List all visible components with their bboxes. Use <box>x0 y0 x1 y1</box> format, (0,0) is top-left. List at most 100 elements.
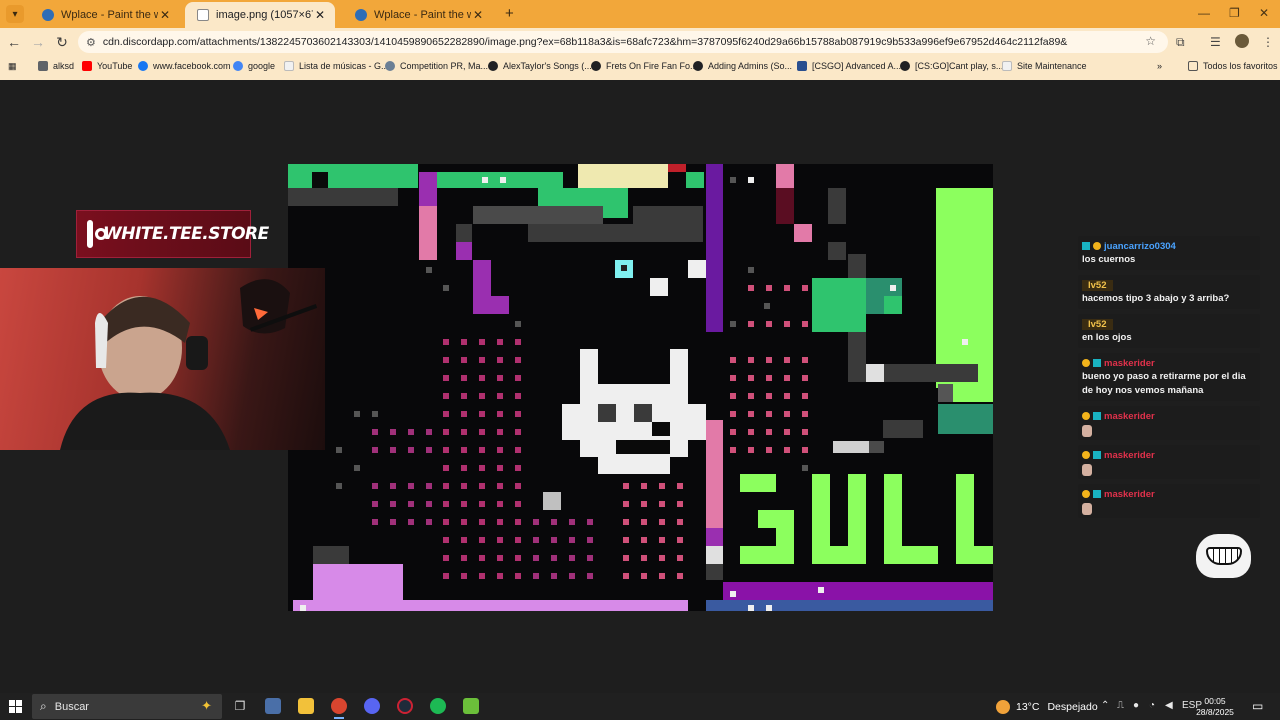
close-icon[interactable]: ✕ <box>158 8 172 22</box>
bookmark-item[interactable]: alksd <box>38 61 74 71</box>
taskbar-search[interactable]: ⌕ Buscar ✦ <box>32 694 222 719</box>
profile-avatar[interactable] <box>1235 34 1249 48</box>
new-tab-button[interactable]: + <box>505 5 514 22</box>
minimize-icon[interactable]: — <box>1198 6 1210 20</box>
level-badge: lv52 <box>1082 318 1113 330</box>
folder-icon <box>1188 61 1198 71</box>
forward-icon[interactable]: → <box>30 34 46 50</box>
notification-icon[interactable]: ▭ <box>1252 699 1263 713</box>
chevron-right-icon[interactable]: » <box>1157 61 1162 71</box>
badge-icon <box>1082 242 1090 250</box>
close-window-icon[interactable]: ✕ <box>1259 6 1269 20</box>
site-icon <box>900 61 910 71</box>
spotify-icon[interactable] <box>430 698 446 714</box>
bookmark-star-icon[interactable]: ☆ <box>1145 34 1156 48</box>
apps-icon[interactable]: ▦ <box>8 61 17 72</box>
task-view-icon[interactable]: ❐ <box>232 698 248 714</box>
page-icon <box>284 61 294 71</box>
site-info-icon[interactable]: ⚙ <box>86 36 96 49</box>
wifi-icon[interactable]: ◔ <box>1149 700 1155 711</box>
tab-title: Wplace - Paint the world <box>374 9 471 21</box>
google-icon <box>233 61 243 71</box>
folder-icon <box>797 61 807 71</box>
badge-icon <box>1082 490 1090 498</box>
mic-icon[interactable]: ● <box>1133 700 1139 711</box>
bookmark-item[interactable]: Frets On Fire Fan Fo... <box>591 61 698 71</box>
file-explorer-icon[interactable] <box>298 698 314 714</box>
site-icon <box>591 61 601 71</box>
calculator-icon[interactable] <box>265 698 281 714</box>
close-icon[interactable]: ✕ <box>471 8 485 22</box>
tab-search-button[interactable]: ▾ <box>6 5 24 23</box>
chat-username: maskerider <box>1082 409 1256 423</box>
chat-username: juancarrizo0304 <box>1082 239 1256 253</box>
chrome-icon[interactable] <box>331 698 347 719</box>
all-bookmarks-button[interactable]: Todos los favoritos <box>1188 61 1278 71</box>
level-badge: lv52 <box>1082 279 1113 291</box>
menu-icon[interactable]: ⋮ <box>1262 35 1274 49</box>
chat-text: en los ojos <box>1082 332 1132 343</box>
badge-icon <box>1093 412 1101 420</box>
bookmarks-bar: ▦ alksd YouTube www.facebook.com google … <box>0 56 1280 80</box>
chat-message: lv52 hacemos tipo 3 abajo y 3 arriba? <box>1078 275 1260 309</box>
badge-icon <box>1093 451 1101 459</box>
tab-title: Wplace - Paint the world <box>61 9 158 21</box>
tab-wplace-2[interactable]: Wplace - Paint the world ✕ <box>343 2 493 28</box>
pixel-art-image[interactable] <box>288 164 993 611</box>
bookmark-item[interactable]: Lista de músicas - G... <box>284 61 389 71</box>
reading-list-icon[interactable]: ☰ <box>1210 35 1221 49</box>
youtube-icon <box>82 61 92 71</box>
discord-icon[interactable] <box>364 698 380 714</box>
chat-message: lv52 en los ojos <box>1078 314 1260 348</box>
url-text: cdn.discordapp.com/attachments/138224570… <box>102 36 1068 48</box>
weather-widget[interactable]: 13°C Despejado <box>996 700 1098 714</box>
reload-icon[interactable]: ↻ <box>54 34 70 51</box>
bookmark-item[interactable]: Site Maintenance <box>1002 61 1087 71</box>
tab-wplace-1[interactable]: Wplace - Paint the world ✕ <box>30 2 180 28</box>
facebook-icon <box>138 61 148 71</box>
extensions-icon[interactable]: ⧉ <box>1176 35 1185 50</box>
close-icon[interactable]: ✕ <box>313 8 327 22</box>
minecraft-icon[interactable] <box>463 698 479 714</box>
bookmark-item[interactable]: Adding Admins (So... <box>693 61 792 71</box>
stream-chat: juancarrizo0304 los cuernos lv52 hacemos… <box>1078 236 1260 523</box>
bookmark-item[interactable]: Competition PR, Ma... <box>385 61 488 71</box>
bookmark-item[interactable]: google <box>233 61 275 71</box>
bookmark-item[interactable]: YouTube <box>82 61 132 71</box>
globe-icon <box>385 61 395 71</box>
address-bar[interactable]: ⚙ cdn.discordapp.com/attachments/1382245… <box>78 31 1168 53</box>
clock[interactable]: 00:05 28/8/2025 <box>1196 696 1234 718</box>
chevron-up-icon[interactable]: ⌃ <box>1101 700 1109 711</box>
badge-icon <box>1082 412 1090 420</box>
tab-image[interactable]: image.png (1057×670) ✕ <box>185 2 335 28</box>
emote-icon <box>1082 503 1092 515</box>
sparkle-icon: ✦ <box>201 698 212 713</box>
chat-message: maskerider <box>1078 406 1260 440</box>
search-placeholder: Buscar <box>54 700 89 713</box>
webcam-feed <box>0 268 325 450</box>
volume-icon[interactable]: ◀ <box>1165 700 1173 711</box>
bookmark-item[interactable]: AlexTaylor's Songs (... <box>488 61 592 71</box>
mascot-logo <box>1196 534 1251 578</box>
chat-message: maskerider <box>1078 484 1260 518</box>
back-icon[interactable]: ← <box>6 34 22 50</box>
bookmark-item[interactable]: [CS:GO]Cant play, s... <box>900 61 1003 71</box>
badge-icon <box>1093 490 1101 498</box>
steam-icon[interactable] <box>397 698 413 714</box>
windows-start-icon[interactable] <box>9 700 22 713</box>
chat-text: hacemos tipo 3 abajo y 3 arriba? <box>1082 293 1230 304</box>
emote-icon <box>1082 425 1092 437</box>
bookmark-item[interactable]: [CSGO] Advanced A... <box>797 61 901 71</box>
globe-icon <box>42 9 54 21</box>
bookmark-item[interactable]: www.facebook.com <box>138 61 231 71</box>
weather-temp: 13°C <box>1016 701 1040 713</box>
weather-icon <box>996 700 1010 714</box>
instagram-icon <box>87 220 107 248</box>
site-icon <box>488 61 498 71</box>
clock-date: 28/8/2025 <box>1196 707 1234 717</box>
instagram-banner: WHITE.TEE.STORE <box>76 210 269 258</box>
restore-icon[interactable]: ❐ <box>1229 6 1240 20</box>
page-icon <box>1002 61 1012 71</box>
network-icon[interactable]: ⎍ <box>1117 700 1124 711</box>
pixel-art-svg <box>288 164 993 611</box>
